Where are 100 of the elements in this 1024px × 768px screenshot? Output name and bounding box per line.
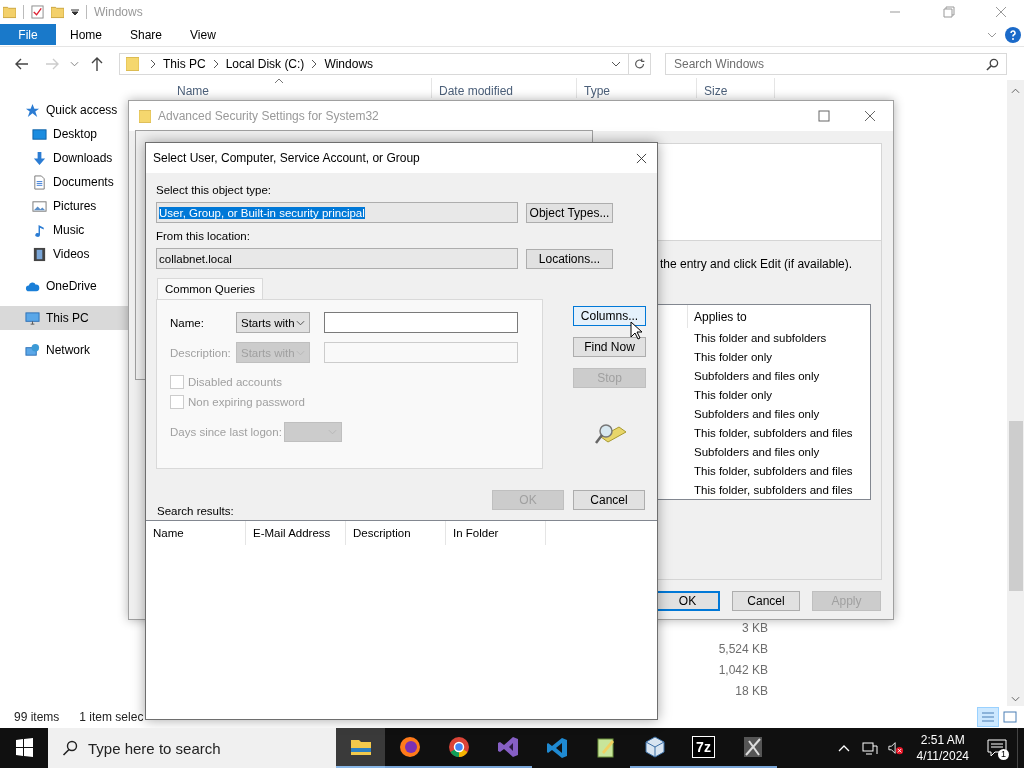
taskbar-app[interactable] — [336, 728, 385, 768]
field-label: Description: — [170, 346, 232, 359]
dialog-button[interactable]: Cancel — [573, 490, 645, 510]
instruction-text: the entry and click Edit (if available). — [660, 257, 854, 271]
field-label: Days since last logon: — [170, 425, 283, 438]
list-cell[interactable]: This folder, subfolders and files — [657, 480, 870, 499]
tab[interactable]: Common Queries — [157, 278, 264, 299]
star-icon — [25, 102, 40, 118]
nav-item[interactable]: This PC — [0, 306, 128, 330]
chevron-down-icon — [296, 319, 305, 326]
breadcrumb[interactable]: Local Disk (C:) — [225, 56, 305, 71]
browser-ball-icon — [446, 735, 471, 759]
list-cell[interactable]: This folder only — [657, 385, 870, 404]
scroll-up-icon[interactable] — [1011, 88, 1020, 94]
field-label: From this location: — [156, 230, 250, 244]
dropdown-icon[interactable] — [71, 8, 79, 16]
network-icon — [25, 342, 40, 358]
status-text: 1 item selec — [79, 710, 144, 724]
query-input[interactable] — [324, 312, 518, 333]
column-header[interactable]: In Folder — [446, 521, 546, 545]
search-field[interactable]: Search Windows — [665, 52, 1007, 75]
list-cell[interactable]: This folder and subfolders — [657, 328, 870, 347]
code-editor-icon — [544, 736, 569, 760]
field-value: User, Group, or Built-in security principal — [159, 206, 365, 219]
close-icon[interactable] — [636, 152, 647, 164]
ribbon-tab[interactable]: Share — [116, 24, 177, 45]
search-icon — [62, 740, 78, 756]
dialog-button[interactable]: Columns... — [573, 306, 646, 326]
clock[interactable]: 2:51 AM 4/11/2024 — [908, 732, 977, 764]
chevron-right-icon[interactable] — [150, 58, 156, 69]
object-types-button[interactable]: Object Types... — [526, 203, 613, 223]
checked-document-icon[interactable] — [31, 5, 44, 19]
nav-item[interactable]: Music — [0, 218, 128, 242]
column-header[interactable]: Size — [697, 78, 775, 98]
list-cell[interactable]: Subfolders and files only — [657, 442, 870, 461]
search-field[interactable]: Type here to search — [48, 728, 336, 768]
folder-icon — [126, 55, 139, 72]
ribbon-tab[interactable]: View — [176, 24, 230, 45]
list-cell[interactable]: This folder, subfolders and files — [657, 423, 870, 442]
nav-item[interactable]: Desktop — [0, 122, 128, 146]
nav-item[interactable]: Network — [0, 338, 128, 362]
scrollbar[interactable] — [1007, 80, 1024, 706]
picture-icon — [32, 198, 47, 214]
column-header[interactable]: Description — [346, 521, 446, 545]
chevron-down-icon[interactable] — [611, 60, 621, 67]
dialog-title: Select User, Computer, Service Account, or Group — [153, 151, 420, 165]
chevron-right-icon[interactable] — [311, 58, 318, 69]
nav-item[interactable]: Quick access — [0, 98, 128, 122]
scroll-down-icon[interactable] — [1011, 696, 1020, 702]
cursor-icon — [630, 321, 642, 340]
list-cell[interactable]: This folder, subfolders and files — [657, 461, 870, 480]
nav-item[interactable]: OneDrive — [0, 274, 128, 298]
download-arrow-icon — [32, 150, 47, 166]
column-header[interactable]: Date modified — [432, 78, 577, 98]
file-size: 1,042 KB — [718, 662, 768, 677]
address-bar[interactable]: This PC Local Disk (C:) Windows — [119, 52, 651, 75]
file-size: 5,524 KB — [718, 641, 768, 656]
field-label: Name: — [170, 316, 205, 329]
column-header[interactable]: Name — [146, 521, 246, 545]
column-header[interactable]: E-Mail Address — [246, 521, 346, 545]
list-cell[interactable]: This folder only — [657, 347, 870, 366]
list-cell[interactable]: Subfolders and files only — [657, 404, 870, 423]
column-header[interactable]: Type — [577, 78, 697, 98]
window-title: Windows — [94, 5, 143, 19]
file-menu-tab[interactable]: File — [0, 24, 56, 45]
column-header[interactable]: Name — [170, 78, 432, 98]
field-label: Select this object type: — [156, 184, 272, 198]
search-icon — [986, 57, 999, 71]
taskbar-app[interactable]: 7z — [679, 728, 728, 768]
results-label: Search results: — [157, 505, 234, 519]
breadcrumb[interactable]: This PC — [163, 56, 206, 71]
list-cell[interactable]: Subfolders and files only — [657, 366, 870, 385]
breadcrumb[interactable]: Windows — [324, 56, 374, 71]
sort-caret-icon — [274, 78, 285, 84]
operator-dropdown[interactable]: Starts with — [236, 312, 310, 333]
nav-item[interactable]: Documents — [0, 170, 128, 194]
nav-item[interactable]: Videos — [0, 242, 128, 266]
document-icon — [32, 174, 47, 190]
folder-icon — [139, 108, 151, 124]
object-type-field[interactable]: User, Group, or Built-in security principal — [156, 202, 518, 223]
dialog-button[interactable]: OK — [655, 591, 720, 611]
dialog-button[interactable]: Find Now — [573, 337, 646, 357]
file-size: 3 KB — [742, 620, 768, 635]
dialog-button[interactable]: Cancel — [732, 591, 800, 611]
music-note-icon — [32, 222, 47, 238]
locations-button[interactable]: Locations... — [526, 249, 613, 269]
nav-item[interactable]: Downloads — [0, 146, 128, 170]
column-header[interactable]: Applies to — [694, 309, 747, 324]
notification-icon[interactable] — [987, 739, 1007, 757]
status-text: 99 items — [14, 710, 60, 724]
file-size: 18 KB — [735, 683, 768, 698]
archiver-logo: 7z — [692, 736, 715, 758]
ribbon-tab[interactable]: Home — [56, 24, 116, 45]
chevron-right-icon[interactable] — [212, 58, 219, 69]
help-icon[interactable] — [1005, 27, 1021, 43]
scroll-thumb[interactable] — [1008, 421, 1023, 591]
location-field[interactable]: collabnet.local — [156, 248, 518, 269]
nav-item[interactable]: Pictures — [0, 194, 128, 218]
cube-icon — [642, 735, 667, 759]
window-title: Advanced Security Settings for System32 — [158, 109, 379, 123]
